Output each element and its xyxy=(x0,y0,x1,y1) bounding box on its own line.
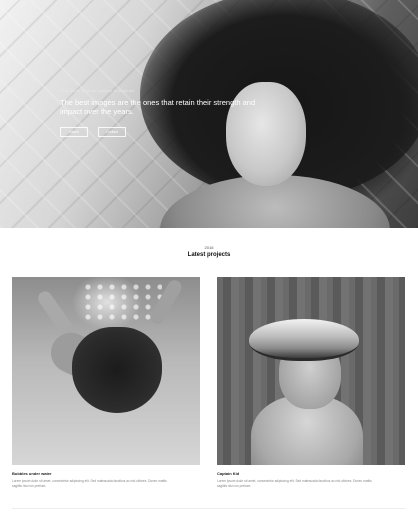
project-card-captain-kid[interactable]: Captain Kid Lorem ipsum dolor sit amet, … xyxy=(217,277,405,488)
hero-kicker: This photo editorial gallery is inspired xyxy=(60,88,134,93)
hero-buttons: About Contact xyxy=(60,127,260,137)
bowl-hat xyxy=(249,319,359,361)
project-card-bubbles[interactable]: Bubbles under water Lorem ipsum dolor si… xyxy=(12,277,200,488)
project-image-captain-kid[interactable] xyxy=(217,277,405,465)
diver-hair xyxy=(72,327,162,413)
about-button[interactable]: About xyxy=(60,127,88,137)
project-title[interactable]: Captain Kid xyxy=(217,471,405,476)
project-title[interactable]: Bubbles under water xyxy=(12,471,200,476)
project-description: Lorem ipsum dolor sit amet, consectetur … xyxy=(12,479,167,488)
section-year: 2016 xyxy=(204,245,214,250)
contact-button[interactable]: Contact xyxy=(98,127,126,137)
hero-headline: The best images are the ones that retain… xyxy=(60,98,256,116)
hero-text-block: This photo editorial gallery is inspired… xyxy=(60,88,260,137)
section-title: Latest projects xyxy=(187,252,231,258)
project-description: Lorem ipsum dolor sit amet, consectetur … xyxy=(217,479,372,488)
divider xyxy=(12,508,406,509)
project-image-bubbles[interactable] xyxy=(12,277,200,465)
hero-image: This photo editorial gallery is inspired… xyxy=(0,0,418,228)
